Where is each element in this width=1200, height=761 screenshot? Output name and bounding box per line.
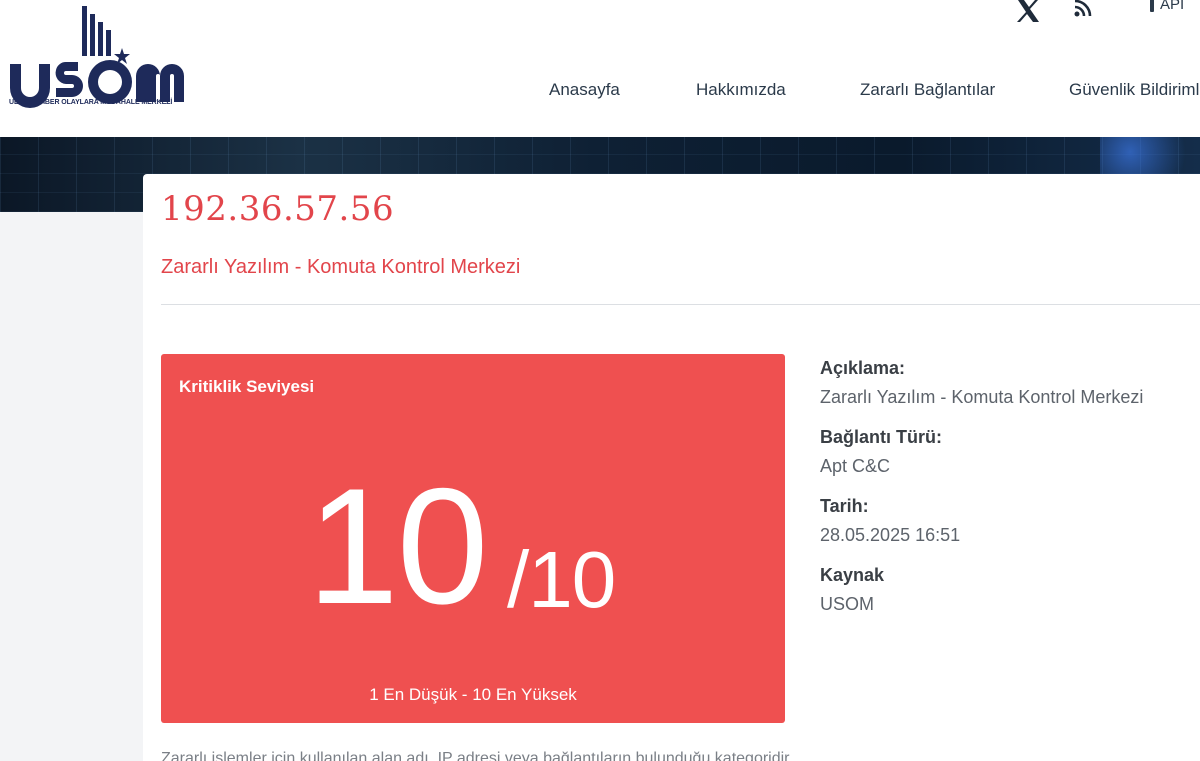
nav-item-guvenlik-bildirimleri[interactable]: Güvenlik Bildirimle: [1069, 80, 1200, 100]
criticality-panel: Kritiklik Seviyesi 10 /10 1 En Düşük - 1…: [161, 354, 785, 723]
criticality-max: /10: [507, 535, 616, 624]
divider: [161, 304, 1200, 305]
main-nav: Anasayfa Hakkımızda Zararlı Bağlantılar …: [0, 80, 1200, 102]
connection-type-label: Bağlantı Türü:: [820, 427, 942, 447]
nav-item-hakkimizda[interactable]: Hakkımızda: [696, 80, 786, 100]
api-label: API: [1160, 0, 1185, 13]
rss-icon[interactable]: [1073, 0, 1093, 18]
criticality-label: Kritiklik Seviyesi: [179, 377, 315, 396]
api-icon: [1150, 0, 1154, 12]
connection-type-value: Apt C&C: [820, 456, 891, 476]
api-link[interactable]: API: [1150, 0, 1184, 13]
source-value: USOM: [820, 594, 874, 614]
site-header: ULUSAL SİBER OLAYLARA MÜDAHALE MERKEZİ A…: [0, 0, 1200, 137]
page-title: 192.36.57.56: [161, 189, 395, 229]
description-label: Açıklama:: [820, 358, 906, 378]
category-footnote: Zararlı işlemler için kullanılan alan ad…: [161, 750, 794, 761]
x-twitter-icon[interactable]: [1016, 0, 1040, 22]
page-subtitle: Zararlı Yazılım - Komuta Kontrol Merkezi: [161, 256, 521, 278]
date-value: 28.05.2025 16:51: [820, 525, 961, 545]
description-value: Zararlı Yazılım - Komuta Kontrol Merkezi: [820, 387, 1144, 407]
nav-item-anasayfa[interactable]: Anasayfa: [549, 80, 620, 100]
criticality-score: 10: [307, 454, 489, 638]
details-panel: Açıklama: Zararlı Yazılım - Komuta Kontr…: [820, 358, 1200, 634]
nav-item-zararli-baglantilar[interactable]: Zararlı Bağlantılar: [860, 80, 995, 100]
criticality-range: 1 En Düşük - 10 En Yüksek: [369, 685, 577, 704]
date-label: Tarih:: [820, 496, 869, 516]
source-label: Kaynak: [820, 565, 885, 585]
